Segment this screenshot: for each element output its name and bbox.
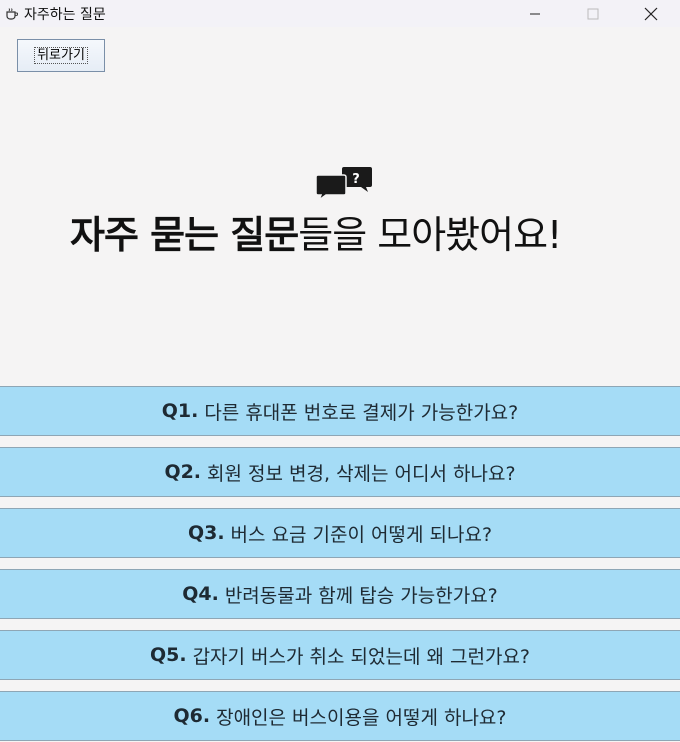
faq-number: Q1. bbox=[161, 400, 199, 422]
back-button[interactable]: 뒤로가기 bbox=[17, 39, 105, 72]
faq-item-4[interactable]: Q4. 반려동물과 함께 탑승 가능한가요? bbox=[0, 569, 680, 619]
hero-title-bold: 자주 묻는 질문 bbox=[70, 213, 299, 257]
faq-item-1[interactable]: Q1. 다른 휴대폰 번호로 결제가 가능한가요? bbox=[0, 386, 680, 436]
faq-item-2[interactable]: Q2. 회원 정보 변경, 삭제는 어디서 하나요? bbox=[0, 447, 680, 497]
close-button[interactable] bbox=[622, 0, 680, 27]
faq-number: Q2. bbox=[164, 461, 202, 483]
close-icon bbox=[644, 7, 658, 20]
window-controls bbox=[506, 0, 680, 27]
window-titlebar: 자주하는 질문 bbox=[0, 0, 680, 27]
java-app-icon bbox=[6, 7, 18, 20]
maximize-button[interactable] bbox=[564, 0, 622, 27]
chat-bubbles-question-icon: ? bbox=[315, 167, 372, 201]
back-button-label: 뒤로가기 bbox=[34, 47, 88, 64]
maximize-icon bbox=[587, 8, 599, 19]
faq-question: 반려동물과 함께 탑승 가능한가요? bbox=[224, 584, 498, 607]
faq-number: Q5. bbox=[149, 644, 187, 666]
faq-item-6[interactable]: Q6. 장애인은 버스이용을 어떻게 하나요? bbox=[0, 691, 680, 741]
window-title: 자주하는 질문 bbox=[24, 6, 106, 23]
faq-question: 갑자기 버스가 취소 되었는데 왜 그런가요? bbox=[192, 645, 531, 668]
faq-item-5[interactable]: Q5. 갑자기 버스가 취소 되었는데 왜 그런가요? bbox=[0, 630, 680, 680]
faq-number: Q6. bbox=[173, 705, 211, 727]
faq-question: 버스 요금 기준이 어떻게 되나요? bbox=[230, 523, 493, 546]
faq-question: 회원 정보 변경, 삭제는 어디서 하나요? bbox=[207, 462, 516, 485]
minimize-icon bbox=[530, 13, 540, 14]
faq-question: 다른 휴대폰 번호로 결제가 가능한가요? bbox=[204, 401, 519, 424]
faq-number: Q3. bbox=[187, 522, 225, 544]
svg-text:?: ? bbox=[352, 172, 360, 187]
faq-question: 장애인은 버스이용을 어떻게 하나요? bbox=[216, 706, 507, 729]
hero-title: 자주 묻는 질문들을 모아봤어요! bbox=[70, 210, 630, 260]
faq-item-3[interactable]: Q3. 버스 요금 기준이 어떻게 되나요? bbox=[0, 508, 680, 558]
minimize-button[interactable] bbox=[506, 0, 564, 27]
faq-number: Q4. bbox=[182, 583, 219, 605]
hero-title-regular: 들을 모아봤어요! bbox=[298, 213, 562, 257]
